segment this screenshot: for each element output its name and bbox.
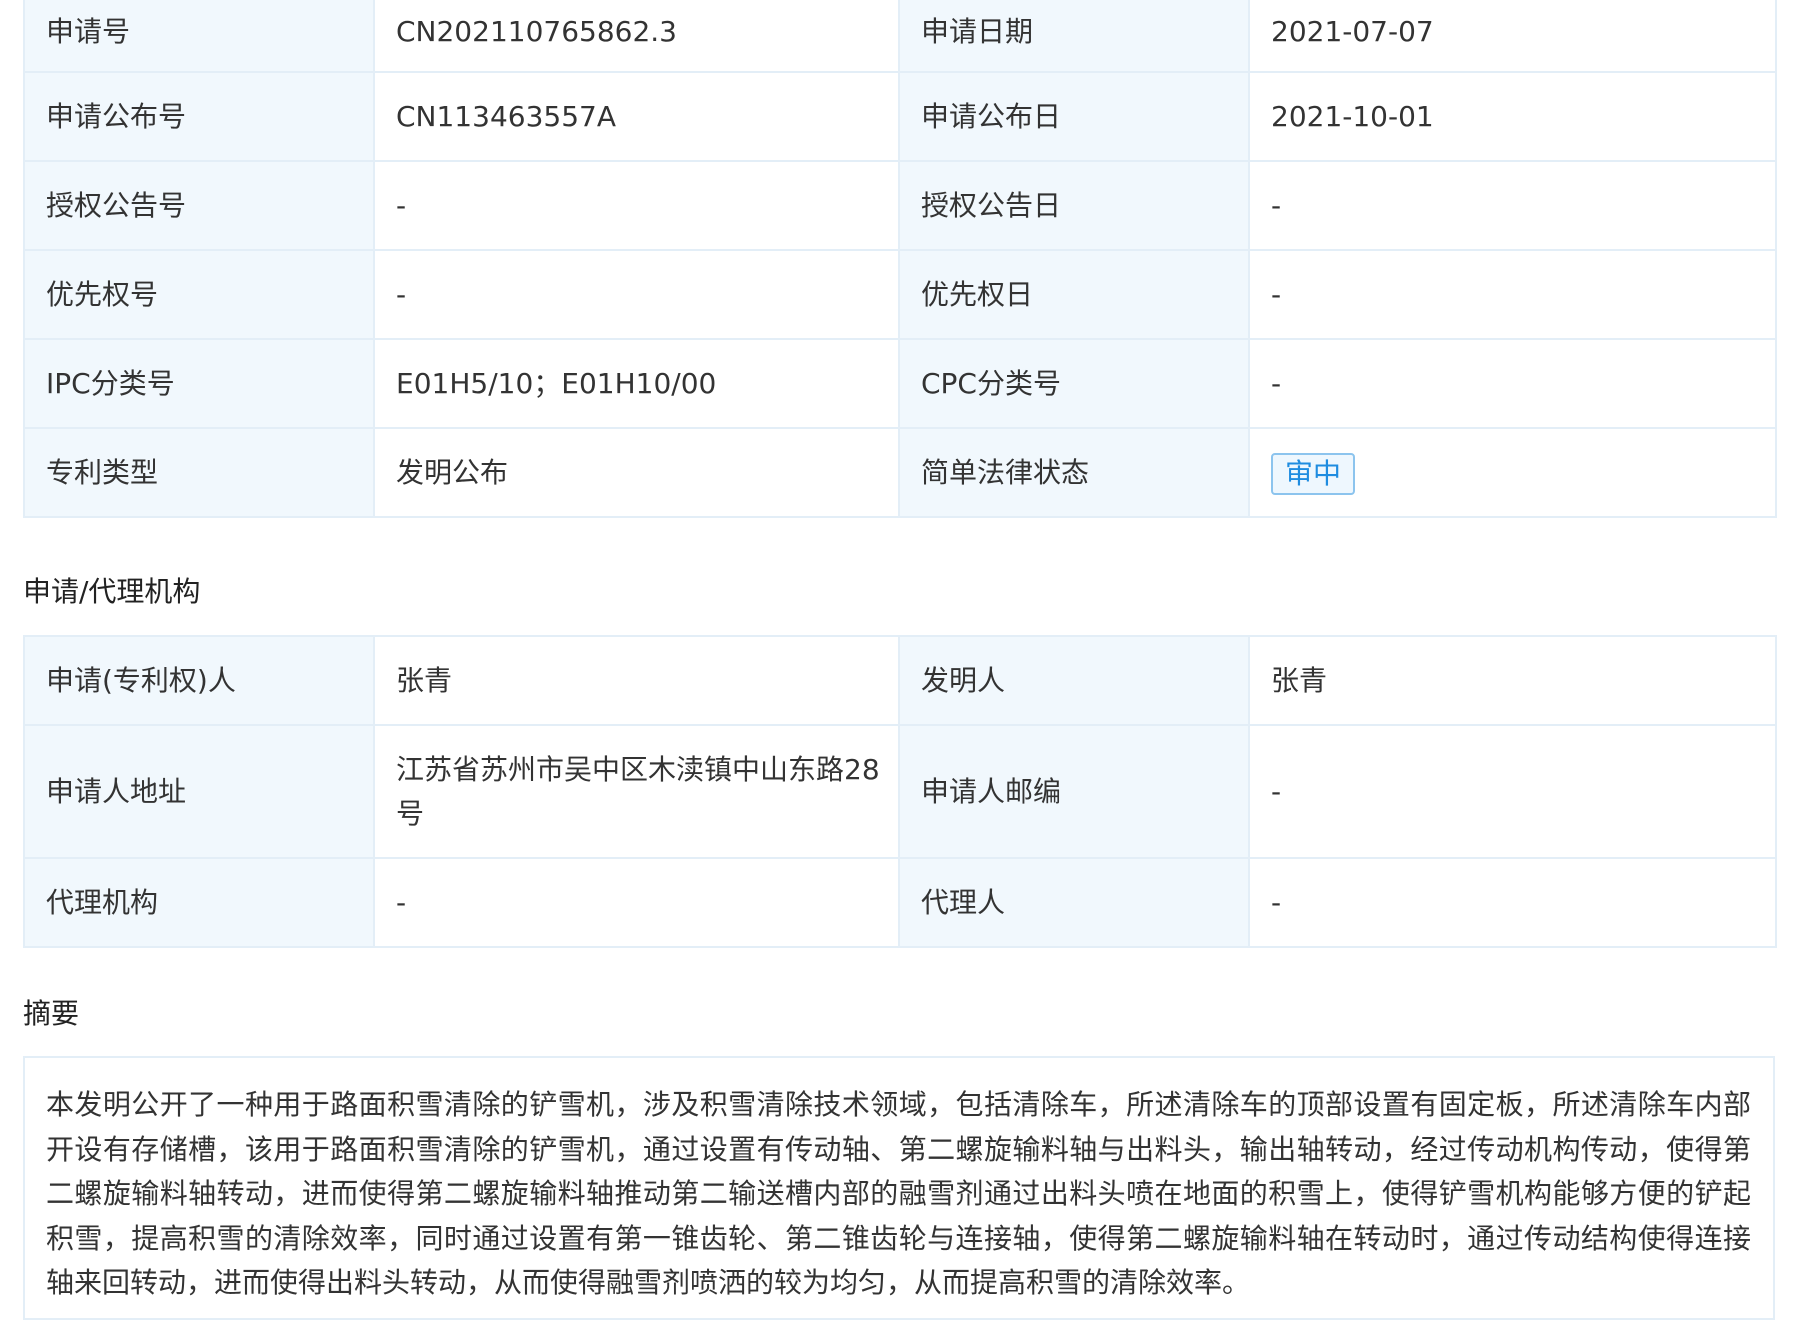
table-row-grant-number: 授权公告号 - 授权公告日 -	[23, 160, 1777, 251]
value-applicant-address: 江苏省苏州市吴中区木渎镇中山东路28号	[373, 724, 900, 859]
table-row-publication-number: 申请公布号 CN113463557A 申请公布日 2021-10-01	[23, 71, 1777, 162]
value-agent: -	[1248, 857, 1777, 948]
value-applicant: 张青	[373, 635, 900, 726]
label-inventor: 发明人	[898, 635, 1250, 726]
label-agency: 代理机构	[23, 857, 375, 948]
agency-table: 申请(专利权)人 张青 发明人 张青 申请人地址 江苏省苏州市吴中区木渎镇中山东…	[23, 635, 1777, 948]
label-cpc: CPC分类号	[898, 338, 1250, 429]
table-row-patent-type: 专利类型 发明公布 简单法律状态 审中	[23, 427, 1777, 518]
value-grant-date: -	[1248, 160, 1777, 251]
abstract-text: 本发明公开了一种用于路面积雪清除的铲雪机，涉及积雪清除技术领域，包括清除车，所述…	[23, 1056, 1775, 1320]
label-priority-number: 优先权号	[23, 249, 375, 340]
status-badge[interactable]: 审中	[1271, 452, 1356, 495]
table-row-agency: 代理机构 - 代理人 -	[23, 857, 1777, 948]
label-patent-type: 专利类型	[23, 427, 375, 518]
label-postal-code: 申请人邮编	[898, 724, 1250, 859]
section-title-abstract: 摘要	[23, 997, 80, 1030]
value-legal-status: 审中	[1248, 427, 1777, 518]
table-row-address: 申请人地址 江苏省苏州市吴中区木渎镇中山东路28号 申请人邮编 -	[23, 724, 1777, 859]
patent-detail-page: 申请号 CN202110765862.3 申请日期 2021-07-07 申请公…	[0, 0, 1799, 1337]
value-ipc: E01H5/10；E01H10/00	[373, 338, 900, 429]
label-legal-status: 简单法律状态	[898, 427, 1250, 518]
label-publication-date: 申请公布日	[898, 71, 1250, 162]
label-publication-number: 申请公布号	[23, 71, 375, 162]
table-row-application-number: 申请号 CN202110765862.3 申请日期 2021-07-07	[23, 0, 1777, 73]
label-agent: 代理人	[898, 857, 1250, 948]
label-application-number: 申请号	[23, 0, 375, 73]
label-applicant-address: 申请人地址	[23, 724, 375, 859]
label-ipc: IPC分类号	[23, 338, 375, 429]
value-agency: -	[373, 857, 900, 948]
bibliographic-table: 申请号 CN202110765862.3 申请日期 2021-07-07 申请公…	[23, 0, 1777, 518]
value-application-number: CN202110765862.3	[373, 0, 900, 73]
value-inventor: 张青	[1248, 635, 1777, 726]
value-grant-number: -	[373, 160, 900, 251]
label-applicant: 申请(专利权)人	[23, 635, 375, 726]
value-cpc: -	[1248, 338, 1777, 429]
label-grant-date: 授权公告日	[898, 160, 1250, 251]
value-publication-number: CN113463557A	[373, 71, 900, 162]
label-priority-date: 优先权日	[898, 249, 1250, 340]
value-patent-type: 发明公布	[373, 427, 900, 518]
table-row-applicant: 申请(专利权)人 张青 发明人 张青	[23, 635, 1777, 726]
label-grant-number: 授权公告号	[23, 160, 375, 251]
section-title-agency: 申请/代理机构	[23, 575, 201, 608]
label-application-date: 申请日期	[898, 0, 1250, 73]
table-row-priority-number: 优先权号 - 优先权日 -	[23, 249, 1777, 340]
value-publication-date: 2021-10-01	[1248, 71, 1777, 162]
value-priority-date: -	[1248, 249, 1777, 340]
value-priority-number: -	[373, 249, 900, 340]
value-application-date: 2021-07-07	[1248, 0, 1777, 73]
table-row-ipc: IPC分类号 E01H5/10；E01H10/00 CPC分类号 -	[23, 338, 1777, 429]
value-postal-code: -	[1248, 724, 1777, 859]
